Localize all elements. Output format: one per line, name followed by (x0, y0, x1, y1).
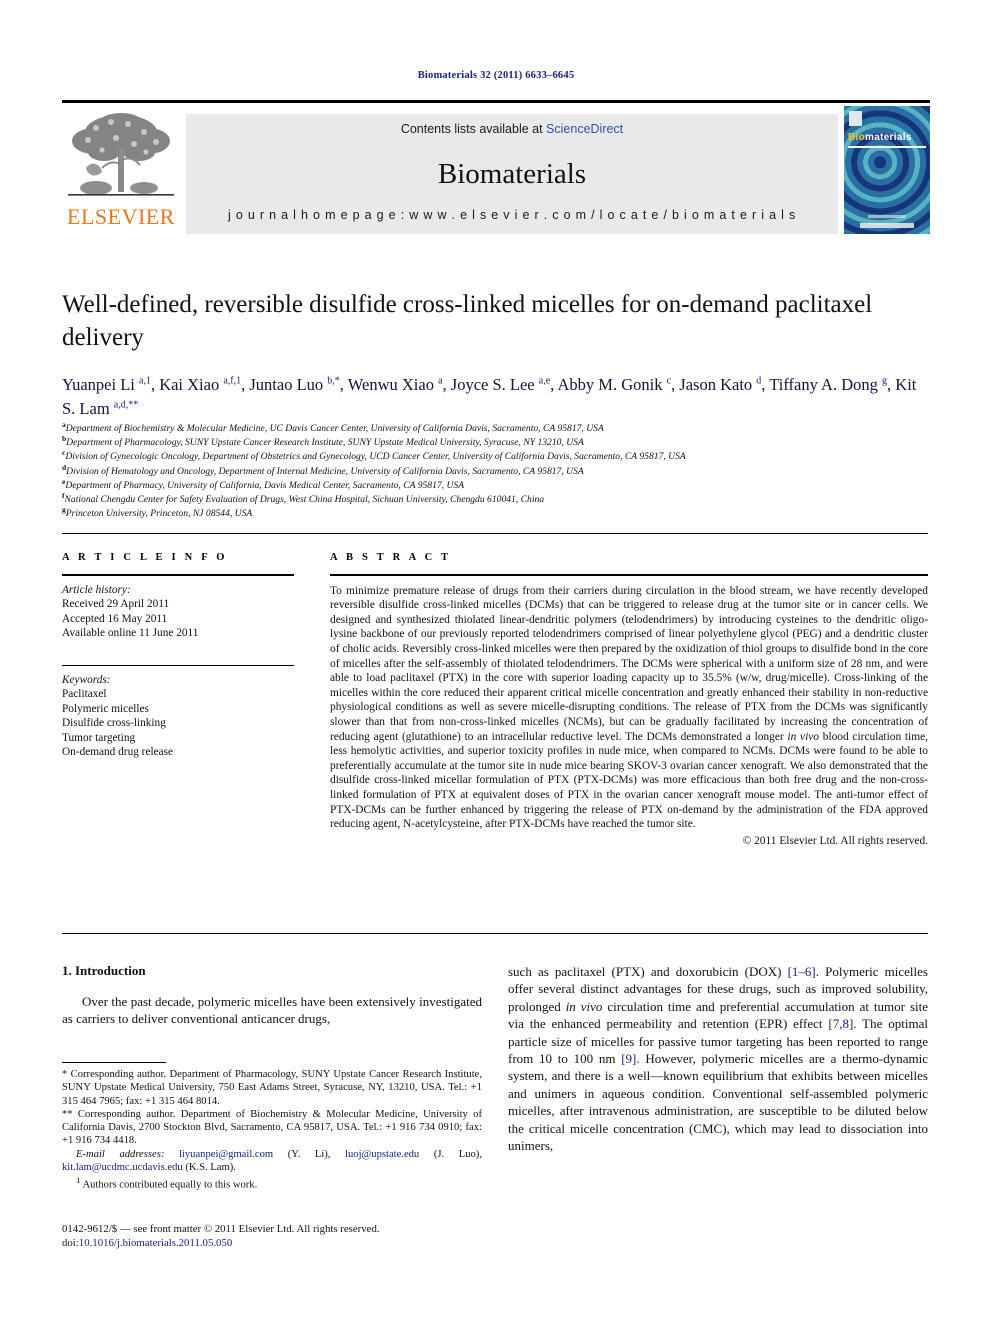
history-accepted: Accepted 16 May 2011 (62, 612, 168, 625)
article-info-column: A R T I C L E I N F O Article history: R… (62, 552, 294, 760)
footnote-separator-rule (62, 1062, 166, 1063)
section-heading-introduction: 1. Introduction (62, 963, 146, 978)
introduction-paragraph-right: such as paclitaxel (PTX) and doxorubicin… (508, 964, 929, 1154)
info-band-bottom-rule (62, 933, 928, 934)
affiliation-text: Department of Pharmacy, University of Ca… (65, 479, 465, 491)
affiliation-text: Department of Pharmacology, SUNY Upstate… (66, 437, 584, 449)
cover-elsevier-mark (849, 111, 862, 126)
article-history-label: Article history: (62, 583, 131, 596)
elsevier-wordmark: ELSEVIER (67, 204, 175, 229)
keyword-item: Disulfide cross-linking (62, 717, 166, 730)
affiliation-d: dDivision of Hematology and Oncology, De… (62, 463, 942, 479)
corresponding-author-2: ** Corresponding author. Department of B… (62, 1108, 482, 1147)
abstract-copyright: © 2011 Elsevier Ltd. All rights reserved… (742, 834, 928, 847)
abstract-rule (330, 574, 928, 576)
sciencedirect-link[interactable]: ScienceDirect (546, 122, 623, 136)
contents-box: Contents lists available at ScienceDirec… (186, 114, 838, 234)
journal-homepage-line[interactable]: j o u r n a l h o m e p a g e : w w w . … (186, 208, 838, 222)
corresponding-author-1: * Corresponding author. Department of Ph… (62, 1069, 482, 1107)
contents-available-line: Contents lists available at ScienceDirec… (186, 122, 838, 136)
doi-line: doi:10.1016/j.biomaterials.2011.05.050 (62, 1236, 482, 1250)
running-head: Biomaterials 32 (2011) 6633–6645 (417, 70, 575, 81)
elsevier-logo: ELSEVIER (62, 108, 180, 236)
contents-prefix: Contents lists available at (400, 122, 547, 136)
cover-title-part2: materials (865, 132, 912, 143)
author-list: Yuanpei Li a,1, Kai Xiao a,f,1, Juntao L… (62, 375, 917, 418)
article-info-heading: A R T I C L E I N F O (62, 552, 228, 563)
affiliation-text: Division of Hematology and Oncology, Dep… (66, 465, 584, 477)
article-history-block: Article history: Received 29 April 2011 … (62, 583, 294, 641)
doi-link[interactable]: 10.1016/j.biomaterials.2011.05.050 (79, 1237, 232, 1249)
affiliation-c: cDivision of Gynecologic Oncology, Depar… (62, 449, 942, 464)
introduction-paragraph-left: Over the past decade, polymeric micelles… (62, 994, 482, 1027)
affiliation-g: gPrinceton University, Princeton, NJ 085… (62, 506, 942, 521)
affiliation-text: Division of Gynecologic Oncology, Depart… (65, 451, 686, 463)
affiliation-text: Department of Biochemistry & Molecular M… (65, 423, 604, 434)
keywords-block: Keywords: Paclitaxel Polymeric micelles … (62, 673, 294, 760)
keyword-item: Tumor targeting (62, 731, 136, 744)
body-right-column: such as paclitaxel (PTX) and doxorubicin… (508, 963, 928, 1154)
keyword-item: On-demand drug release (62, 746, 174, 759)
cover-footer-bar (860, 223, 914, 228)
history-received: Received 29 April 2011 (62, 598, 170, 611)
keyword-item: Paclitaxel (62, 688, 107, 701)
equal-contribution-note: 1 Authors contributed equally to this wo… (76, 1175, 258, 1191)
journal-masthead: ELSEVIER Contents lists available at Sci… (62, 100, 930, 238)
keywords-label: Keywords: (62, 673, 111, 686)
email-addresses[interactable]: E-mail addresses: liyuanpei@gmail.com (Y… (62, 1148, 482, 1175)
elsevier-tree-icon (68, 113, 174, 196)
affiliation-a: aDepartment of Biochemistry & Molecular … (62, 421, 942, 436)
affiliation-text: Princeton University, Princeton, NJ 0854… (65, 508, 253, 520)
keywords-rule (62, 664, 294, 666)
doi-label: doi: (62, 1237, 79, 1249)
affiliation-list: aDepartment of Biochemistry & Molecular … (62, 421, 942, 521)
abstract-heading: A B S T R A C T (330, 552, 452, 563)
history-online: Available online 11 June 2011 (62, 627, 199, 640)
journal-article-page: Biomaterials 32 (2011) 6633–6645 ELSEVIE… (0, 0, 992, 1323)
masthead-top-rule (62, 100, 930, 103)
keyword-item: Polymeric micelles (62, 702, 149, 715)
affiliation-text: National Chengdu Center for Safety Evalu… (64, 494, 545, 506)
abstract-text: To minimize premature release of drugs f… (330, 584, 928, 831)
cover-rule (848, 146, 926, 148)
footnote-block: * Corresponding author. Department of Ph… (62, 1068, 482, 1192)
article-title: Well-defined, reversible disulfide cross… (62, 291, 873, 351)
abstract-column: A B S T R A C T To minimize premature re… (330, 552, 928, 847)
imprint-block: 0142-9612/$ — see front matter © 2011 El… (62, 1222, 482, 1250)
journal-cover-thumbnail: Biomaterials (844, 106, 930, 234)
affiliation-b: bDepartment of Pharmacology, SUNY Upstat… (62, 435, 942, 450)
affiliation-f: fNational Chengdu Center for Safety Eval… (62, 492, 942, 507)
imprint-line: 0142-9612/$ — see front matter © 2011 El… (62, 1223, 380, 1235)
cover-footer-text-upper (868, 215, 906, 218)
journal-title: Biomaterials (437, 158, 587, 190)
affiliation-e: eDepartment of Pharmacy, University of C… (62, 477, 942, 493)
cover-title: Biomaterials (848, 132, 912, 143)
article-info-rule (62, 574, 294, 576)
cover-title-part1: Bio (848, 132, 866, 143)
info-band-top-rule (62, 533, 928, 534)
body-left-column: 1. Introduction Over the past decade, po… (62, 963, 482, 1028)
